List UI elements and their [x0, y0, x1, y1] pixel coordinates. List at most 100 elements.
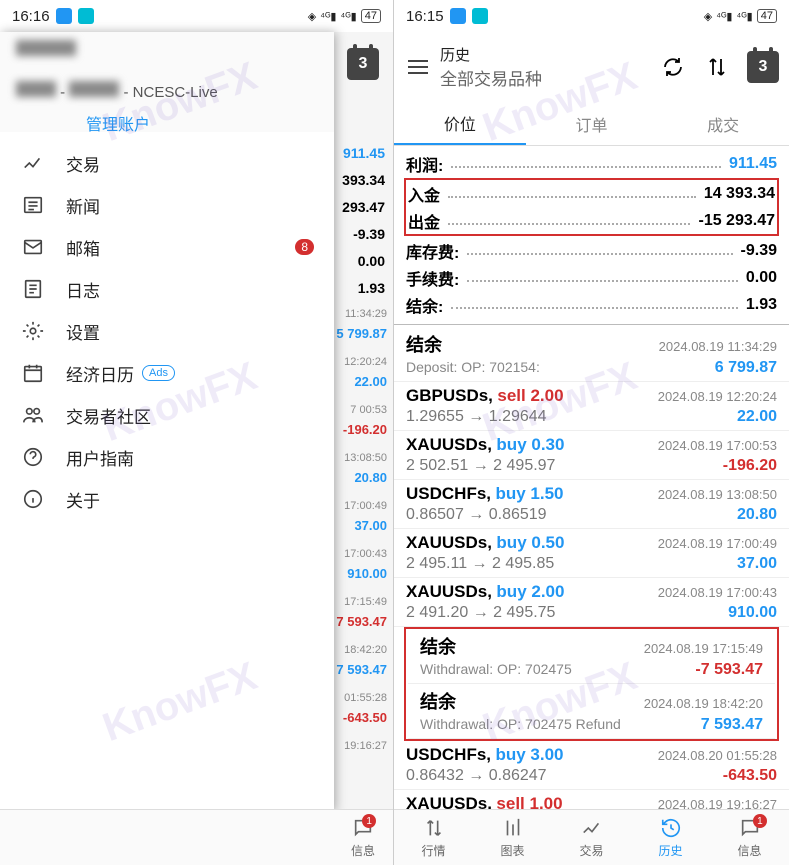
trade-pnl: -196.20: [723, 457, 777, 475]
trade-time: 2024.08.19 18:42:20: [644, 696, 763, 711]
tab-1[interactable]: 订单: [526, 102, 658, 145]
trade-pnl: -643.50: [723, 767, 777, 785]
menu-label: 日志: [66, 277, 100, 302]
page-subtitle: 全部交易品种: [440, 65, 659, 90]
settings-icon: [20, 318, 46, 344]
trade-item[interactable]: XAUUSDs, buy 0.302024.08.19 17:00:532 50…: [394, 431, 789, 480]
trade-time: 2024.08.19 17:00:53: [658, 438, 777, 453]
trade-sub: Withdrawal: OP: 702475 Refund: [420, 716, 621, 732]
mail-icon: [20, 234, 46, 260]
trade-prices: 2 495.11 → 2 495.85: [406, 555, 554, 573]
trade-symbol: USDCHFs,: [406, 484, 491, 503]
trade-pnl: 37.00: [737, 555, 777, 573]
trade-sub: Deposit: OP: 702154:: [406, 359, 540, 375]
menu-item-about[interactable]: 关于: [0, 478, 334, 520]
refresh-icon[interactable]: [659, 53, 687, 81]
summary-label: 结余:: [406, 293, 443, 317]
trade-prices: 1.29655 → 1.29644: [406, 408, 547, 426]
bg-trade-peek: 19:16:27: [333, 734, 393, 782]
about-icon: [20, 486, 46, 512]
menu-icon[interactable]: [404, 53, 432, 81]
tabs: 价位订单成交: [394, 102, 789, 146]
tab-0[interactable]: 价位: [394, 102, 526, 145]
trade-item[interactable]: 结余2024.08.19 18:42:20Withdrawal: OP: 702…: [408, 684, 775, 739]
trade-item[interactable]: GBPUSDs, sell 2.002024.08.19 12:20:241.2…: [394, 382, 789, 431]
menu-item-help[interactable]: 用户指南: [0, 436, 334, 478]
summary-row: 入金14 393.34: [408, 180, 775, 207]
bottom-nav: 信息 1: [0, 809, 393, 865]
menu-item-mail[interactable]: 邮箱8: [0, 226, 334, 268]
status-bar: 16:16 ◈ ⁴ᴳ▮ ⁴ᴳ▮ 47: [0, 0, 393, 32]
signal-icon: ⁴ᴳ▮: [737, 10, 753, 23]
trade-pnl: 22.00: [737, 408, 777, 426]
nav-info[interactable]: 信息1: [710, 810, 789, 865]
nav-label: 图表: [500, 842, 524, 859]
nav-chart[interactable]: 图表: [473, 810, 552, 865]
calendar-icon[interactable]: 3: [347, 48, 379, 80]
trade-item[interactable]: USDCHFs, buy 3.002024.08.20 01:55:280.86…: [394, 741, 789, 790]
app-icon: [450, 8, 466, 24]
trade-item[interactable]: 结余2024.08.19 17:15:49Withdrawal: OP: 702…: [408, 629, 775, 684]
menu-item-log[interactable]: 日志: [0, 268, 334, 310]
bg-summary-value: 293.47: [333, 194, 385, 221]
sort-icon[interactable]: [703, 53, 731, 81]
bg-trade-peek: 12:20:2422.00: [333, 350, 393, 398]
news-icon: [20, 192, 46, 218]
summary-row: 利润:911.45: [406, 150, 777, 177]
summary-label: 入金: [408, 182, 440, 206]
summary-label: 出金: [408, 209, 440, 233]
summary-value: 1.93: [746, 296, 777, 314]
bg-summary-value: 911.45: [333, 140, 385, 167]
chart-icon: [501, 816, 525, 840]
nav-label: 行情: [421, 842, 445, 859]
menu-item-community[interactable]: 交易者社区: [0, 394, 334, 436]
nav-history[interactable]: 历史: [631, 810, 710, 865]
menu-label: 交易者社区: [66, 403, 151, 428]
trade-symbol: GBPUSDs,: [406, 386, 493, 405]
trade-prices: 0.86507 → 0.86519: [406, 506, 547, 524]
menu-label: 经济日历: [66, 361, 134, 386]
trade-pnl: 910.00: [728, 604, 777, 622]
app-header: 历史 全部交易品种 3: [394, 32, 789, 102]
battery-icon: 47: [361, 9, 381, 23]
nav-label: 交易: [579, 842, 603, 859]
menu-item-news[interactable]: 新闻: [0, 184, 334, 226]
trade-icon: [20, 150, 46, 176]
calendar-icon: [20, 360, 46, 386]
trade-item[interactable]: XAUUSDs, buy 2.002024.08.19 17:00:432 49…: [394, 578, 789, 627]
account-header[interactable]: - - NCESC-Live 管理账户: [0, 32, 334, 132]
page-title: 历史: [440, 44, 659, 65]
badge: 1: [753, 814, 767, 828]
bg-trade-peek: 17:00:4937.00: [333, 494, 393, 542]
badge: 8: [295, 239, 314, 255]
trade-pnl: 6 799.87: [715, 359, 777, 377]
bg-trade-peek: 18:42:207 593.47: [333, 638, 393, 686]
status-bar: 16:15 ◈ ⁴ᴳ▮ ⁴ᴳ▮ 47: [394, 0, 789, 32]
signal-icon: ⁴ᴳ▮: [320, 10, 336, 23]
menu-item-calendar[interactable]: 经济日历Ads: [0, 352, 334, 394]
highlight-deposit-withdrawal: 入金14 393.34出金-15 293.47: [404, 178, 779, 236]
signal-icon: ⁴ᴳ▮: [341, 10, 357, 23]
background-content: 3 911.45393.34293.47-9.390.001.93 11:34:…: [333, 32, 393, 812]
trade-time: 2024.08.19 12:20:24: [658, 389, 777, 404]
app-icon: [472, 8, 488, 24]
trade-item[interactable]: USDCHFs, buy 1.502024.08.19 13:08:500.86…: [394, 480, 789, 529]
wifi-icon: ◈: [704, 10, 712, 23]
nav-trade[interactable]: 交易: [552, 810, 631, 865]
trade-item[interactable]: XAUUSDs, buy 0.502024.08.19 17:00:492 49…: [394, 529, 789, 578]
bg-trade-peek: 7 00:53-196.20: [333, 398, 393, 446]
summary-row: 手续费:0.00: [406, 264, 777, 291]
menu-item-settings[interactable]: 设置: [0, 310, 334, 352]
nav-quotes[interactable]: 行情: [394, 810, 473, 865]
manage-account-link[interactable]: 管理账户: [86, 111, 318, 135]
trade-time: 2024.08.20 01:55:28: [658, 748, 777, 763]
calendar-icon[interactable]: 3: [747, 51, 779, 83]
trade-action: buy 0.30: [496, 435, 564, 454]
app-icon: [56, 8, 72, 24]
menu-item-trade[interactable]: 交易: [0, 142, 334, 184]
trade-symbol: XAUUSDs,: [406, 533, 492, 552]
trade-item[interactable]: 结余2024.08.19 11:34:29Deposit: OP: 702154…: [394, 327, 789, 382]
trade-prices: 2 502.51 → 2 495.97: [406, 457, 555, 475]
tab-2[interactable]: 成交: [657, 102, 789, 145]
nav-info[interactable]: 信息 1: [333, 810, 393, 865]
